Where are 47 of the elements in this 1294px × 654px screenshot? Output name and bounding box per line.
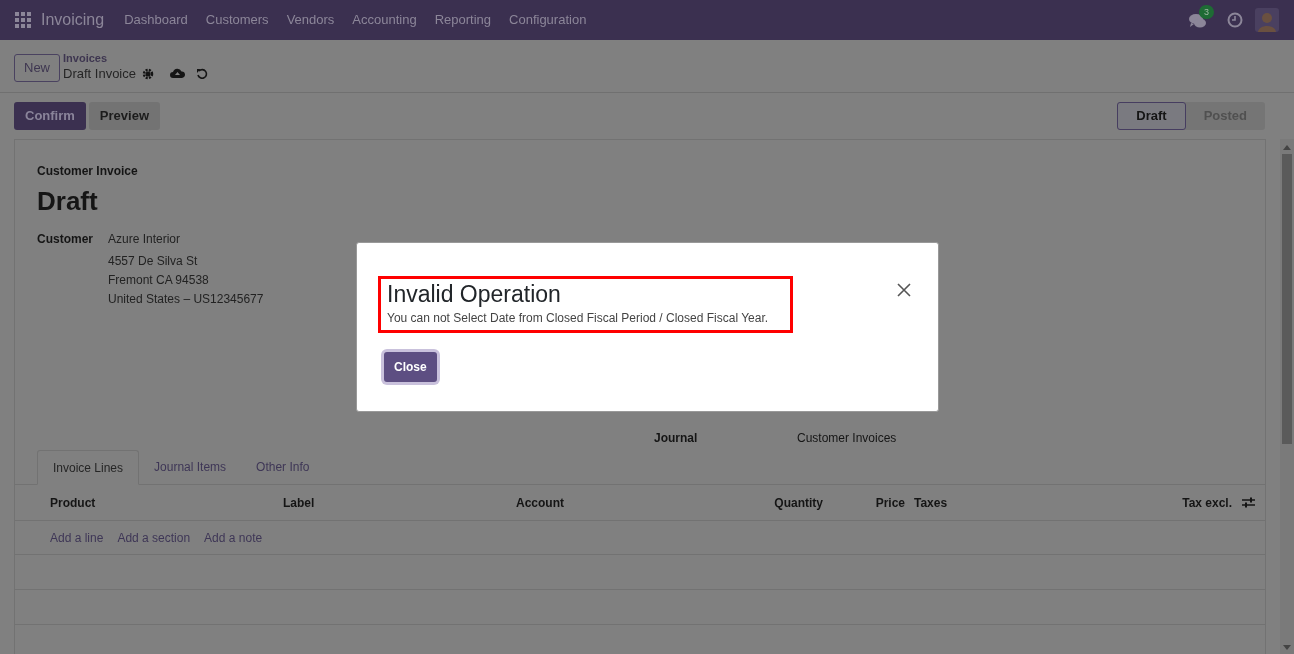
settings-icon[interactable] [142, 67, 154, 80]
customer-name[interactable]: Azure Interior [108, 230, 264, 249]
status-step[interactable]: Draft [1117, 102, 1186, 130]
sliders-icon[interactable] [1242, 497, 1255, 508]
form-tab[interactable]: Invoice Lines [37, 450, 140, 485]
menu-item[interactable]: Customers [205, 10, 269, 30]
document-type: Customer Invoice [37, 163, 139, 180]
scrollbar[interactable] [1280, 139, 1294, 654]
menu-item[interactable]: Reporting [434, 10, 492, 30]
confirm-button[interactable]: Confirm [14, 102, 86, 130]
new-button[interactable]: New [14, 53, 60, 82]
dialog-title: Invalid Operation [387, 280, 562, 308]
close-icon[interactable] [897, 283, 911, 297]
preview-button[interactable]: Preview [88, 102, 160, 130]
column-header: Product [50, 494, 97, 512]
menu-item[interactable]: Configuration [509, 10, 587, 30]
column-header: Taxes [913, 494, 949, 512]
app-grid-icon[interactable] [15, 12, 31, 28]
app-name[interactable]: Invoicing [41, 8, 105, 32]
undo-icon[interactable] [196, 67, 208, 80]
form-tab[interactable]: Journal Items [139, 449, 242, 484]
menu-item[interactable]: Dashboard [124, 10, 188, 30]
form-tab[interactable]: Other Info [241, 449, 325, 484]
address-text: 4557 De Silva St Fremont CA 94538 United States – US12345677 [108, 253, 264, 308]
column-header: Account [516, 494, 565, 512]
column-header: Price [874, 494, 905, 512]
clock-icon[interactable] [1227, 12, 1243, 28]
record-title: Draft Invoice [63, 66, 136, 81]
column-header: Tax excl. [1181, 494, 1232, 512]
menu-item[interactable]: Vendors [286, 10, 335, 30]
cloud-upload-icon[interactable] [170, 68, 185, 79]
field-label: Journal [654, 430, 699, 447]
scroll-down-icon[interactable] [1283, 645, 1291, 650]
column-header: Quantity [773, 494, 823, 512]
field-value: Customer Invoices [797, 430, 897, 447]
column-header: Label [283, 494, 316, 512]
breadcrumb-link[interactable]: Invoices [63, 51, 208, 66]
add-link[interactable]: Add a note [204, 528, 263, 547]
add-link[interactable]: Add a section [117, 528, 191, 547]
notification-badge: 3 [1199, 5, 1214, 19]
scroll-up-icon[interactable] [1283, 145, 1291, 150]
menu-item[interactable]: Accounting [352, 10, 417, 30]
add-link[interactable]: Add a line [50, 528, 104, 547]
chat-icon[interactable] [1189, 13, 1207, 29]
close-button[interactable]: Close [384, 352, 437, 382]
dialog-message: You can not Select Date from Closed Fiscal Period / Closed Fiscal Year. [387, 310, 770, 327]
document-title: Draft [37, 185, 99, 218]
